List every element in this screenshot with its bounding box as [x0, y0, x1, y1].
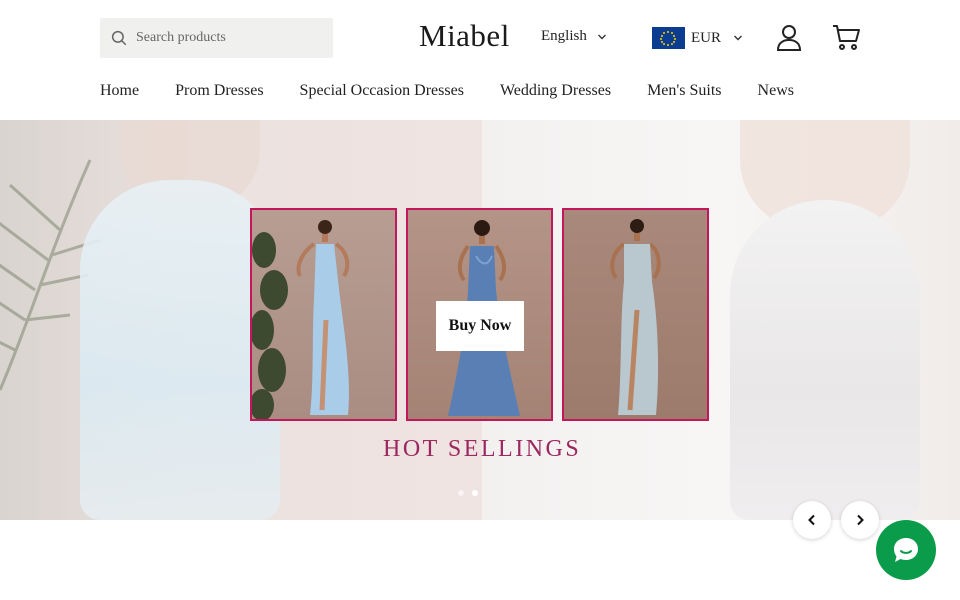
user-icon[interactable]: [774, 22, 804, 52]
chevron-down-icon: [734, 35, 742, 41]
buy-now-button[interactable]: Buy Now: [436, 301, 524, 351]
chevron-right-icon: [857, 514, 864, 526]
nav-news[interactable]: News: [758, 82, 794, 100]
site-header: Miabel English EUR: [0, 0, 960, 120]
carousel-prev-button[interactable]: [793, 501, 831, 539]
nav-wedding-dresses[interactable]: Wedding Dresses: [500, 82, 611, 100]
nav-prom-dresses[interactable]: Prom Dresses: [175, 82, 263, 100]
site-logo[interactable]: Miabel: [419, 18, 510, 54]
carousel-indicators: [458, 490, 478, 496]
search-input[interactable]: [136, 30, 326, 46]
eu-flag-icon: [652, 27, 685, 49]
language-label: English: [541, 28, 587, 44]
nav-mens-suits[interactable]: Men's Suits: [647, 82, 721, 100]
model-in-light-blue-gown: [296, 220, 350, 415]
currency-label: EUR: [691, 29, 721, 46]
nav-home[interactable]: Home: [100, 82, 139, 100]
model-in-silver-gown: [610, 219, 661, 415]
nav-special-occasion-dresses[interactable]: Special Occasion Dresses: [300, 82, 464, 100]
search-icon: [111, 30, 127, 46]
cart-icon[interactable]: [831, 22, 861, 52]
chat-bubble-icon: [894, 538, 918, 562]
carousel-dot-2[interactable]: [472, 490, 478, 496]
product-image-3[interactable]: [562, 208, 709, 421]
product-image-1[interactable]: [250, 208, 397, 421]
currency-selector[interactable]: EUR: [652, 27, 743, 49]
carousel-next-button[interactable]: [841, 501, 879, 539]
chevron-left-icon: [808, 514, 815, 526]
live-chat-button[interactable]: [876, 520, 936, 580]
banner-title: HOT SELLINGS: [383, 436, 582, 462]
silver-dress-right: [730, 200, 920, 520]
carousel-dot-1[interactable]: [458, 490, 464, 496]
chevron-down-icon: [597, 34, 606, 39]
hero-banner[interactable]: Buy Now HOT SELLINGS: [0, 120, 960, 520]
main-nav: Home Prom Dresses Special Occasion Dress…: [100, 82, 794, 100]
language-selector[interactable]: English: [541, 28, 607, 45]
search-bar[interactable]: [100, 18, 333, 58]
